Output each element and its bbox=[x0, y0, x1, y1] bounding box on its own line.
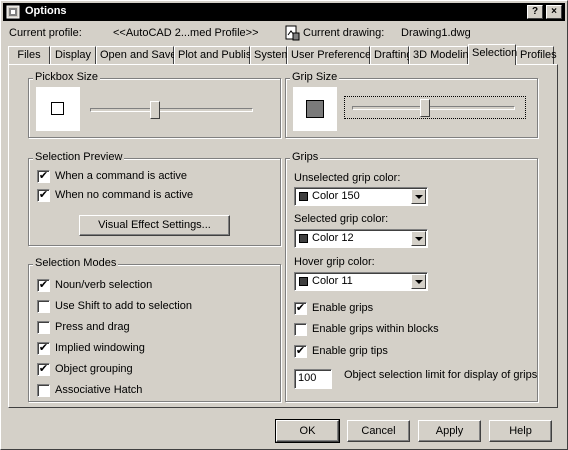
checkbox-empty bbox=[294, 323, 307, 336]
current-drawing-label: Current drawing: bbox=[303, 27, 385, 39]
chevron-down-icon[interactable] bbox=[411, 231, 426, 246]
checkbox-label: Enable grips bbox=[312, 302, 374, 314]
tab-profiles[interactable]: Profiles bbox=[516, 46, 557, 64]
checkbox-label: Enable grip tips bbox=[312, 345, 388, 357]
grip-slider-track[interactable] bbox=[352, 106, 515, 110]
close-icon: × bbox=[551, 6, 557, 17]
grip-size-group: Grip Size bbox=[285, 71, 538, 138]
checkbox-empty bbox=[37, 384, 50, 397]
chevron-down-icon[interactable] bbox=[411, 189, 426, 204]
select-value: Color 150 bbox=[312, 190, 360, 202]
grip-square bbox=[306, 100, 324, 118]
checkbox-label: Associative Hatch bbox=[55, 384, 143, 396]
grip-limit-input[interactable]: 100 bbox=[294, 369, 332, 389]
grip-limit-label: Object selection limit for display of gr… bbox=[344, 369, 538, 381]
tab-open-and-save[interactable]: Open and Save bbox=[96, 46, 177, 64]
check-icon: ✔ bbox=[37, 342, 50, 355]
tab-plot-and-publish[interactable]: Plot and Publish bbox=[174, 46, 258, 64]
pickbox-slider-track[interactable] bbox=[90, 108, 253, 112]
color-swatch bbox=[299, 192, 308, 201]
check-icon: ✔ bbox=[37, 189, 50, 202]
tab-label: System bbox=[254, 49, 291, 61]
tab-user-preferences[interactable]: User Preferences bbox=[287, 46, 377, 64]
selected-grip-color-label: Selected grip color: bbox=[294, 213, 389, 225]
check-icon: ✔ bbox=[37, 170, 50, 183]
tab-files[interactable]: Files bbox=[8, 46, 50, 64]
checkbox-label: When a command is active bbox=[55, 170, 188, 182]
unselected-grip-color-label: Unselected grip color: bbox=[294, 172, 401, 184]
window-title: Options bbox=[25, 5, 67, 17]
tab-label: Drafting bbox=[374, 49, 413, 61]
cancel-button[interactable]: Cancel bbox=[347, 420, 410, 442]
check-icon: ✔ bbox=[294, 302, 307, 315]
help-button[interactable]: Help bbox=[489, 420, 552, 442]
tab-label: 3D Modeling bbox=[413, 49, 475, 61]
visual-effect-settings-button[interactable]: Visual Effect Settings... bbox=[79, 215, 230, 236]
grip-preview bbox=[293, 87, 337, 131]
selection-modes-title: Selection Modes bbox=[33, 257, 119, 269]
checkbox-label: Enable grips within blocks bbox=[312, 323, 439, 335]
select-value: Color 12 bbox=[312, 232, 354, 244]
help-title-button[interactable]: ? bbox=[527, 5, 543, 19]
selected-grip-color-select[interactable]: Color 12 bbox=[294, 229, 428, 248]
close-title-button[interactable]: × bbox=[546, 5, 562, 19]
grip-slider-thumb[interactable] bbox=[420, 99, 431, 117]
selection-preview-group: Selection Preview ✔ When a command is ac… bbox=[28, 151, 281, 246]
ok-button[interactable]: OK bbox=[275, 419, 340, 443]
checkbox-label: Object grouping bbox=[55, 363, 133, 375]
tab-system[interactable]: System bbox=[250, 46, 291, 64]
tab-label: Profiles bbox=[520, 49, 557, 61]
tab-selection[interactable]: Selection bbox=[468, 44, 518, 65]
selection-preview-title: Selection Preview bbox=[33, 151, 125, 163]
tab-label: Files bbox=[17, 49, 41, 61]
check-icon: ✔ bbox=[37, 279, 50, 292]
tab-3d-modeling[interactable]: 3D Modeling bbox=[409, 46, 475, 64]
selection-modes-group: Selection Modes ✔ Noun/verb selection Us… bbox=[28, 257, 281, 402]
checkbox-empty bbox=[37, 300, 50, 313]
question-icon: ? bbox=[531, 6, 539, 17]
grip-size-title: Grip Size bbox=[290, 71, 340, 83]
checkbox-label: Press and drag bbox=[55, 321, 130, 333]
tab-drafting[interactable]: Drafting bbox=[370, 46, 413, 64]
current-profile-label: Current profile: bbox=[9, 27, 82, 39]
pickbox-slider-thumb[interactable] bbox=[150, 101, 161, 119]
options-dialog: Options ? × Current profile: <<AutoCAD 2… bbox=[0, 0, 568, 450]
grips-group: Grips Unselected grip color: Color 150 S… bbox=[285, 151, 538, 402]
tab-label: Plot and Publish bbox=[178, 49, 258, 61]
apply-button[interactable]: Apply bbox=[418, 420, 481, 442]
tab-label: Display bbox=[54, 49, 92, 61]
pickbox-preview bbox=[36, 87, 80, 131]
checkbox-label: Noun/verb selection bbox=[55, 279, 153, 291]
checkbox-label: When no command is active bbox=[55, 189, 194, 201]
drawing-icon bbox=[285, 25, 300, 41]
check-icon: ✔ bbox=[37, 363, 50, 376]
checkbox-label: Use Shift to add to selection bbox=[55, 300, 192, 312]
chevron-down-icon[interactable] bbox=[411, 274, 426, 289]
select-value: Color 11 bbox=[312, 275, 353, 287]
grips-title: Grips bbox=[290, 151, 321, 163]
app-icon bbox=[6, 5, 20, 19]
tab-display[interactable]: Display bbox=[50, 46, 96, 64]
current-drawing-value: Drawing1.dwg bbox=[401, 27, 471, 39]
pickbox-square bbox=[51, 102, 64, 115]
selection-tab-panel: Pickbox Size Grip Size Selection Preview… bbox=[8, 64, 558, 408]
checkbox-label: Implied windowing bbox=[55, 342, 145, 354]
tab-label: User Preferences bbox=[291, 49, 377, 61]
pickbox-size-title: Pickbox Size bbox=[33, 71, 100, 83]
unselected-grip-color-select[interactable]: Color 150 bbox=[294, 187, 428, 206]
title-bar[interactable]: Options ? × bbox=[3, 3, 565, 21]
color-swatch bbox=[299, 277, 308, 286]
current-profile-value: <<AutoCAD 2...med Profile>> bbox=[113, 27, 259, 39]
checkbox-empty bbox=[37, 321, 50, 334]
hover-grip-color-select[interactable]: Color 11 bbox=[294, 272, 428, 291]
color-swatch bbox=[299, 234, 308, 243]
hover-grip-color-label: Hover grip color: bbox=[294, 256, 375, 268]
pickbox-size-group: Pickbox Size bbox=[28, 71, 281, 138]
check-icon: ✔ bbox=[294, 345, 307, 358]
tab-label: Open and Save bbox=[100, 49, 177, 61]
tab-label: Selection bbox=[472, 47, 518, 59]
